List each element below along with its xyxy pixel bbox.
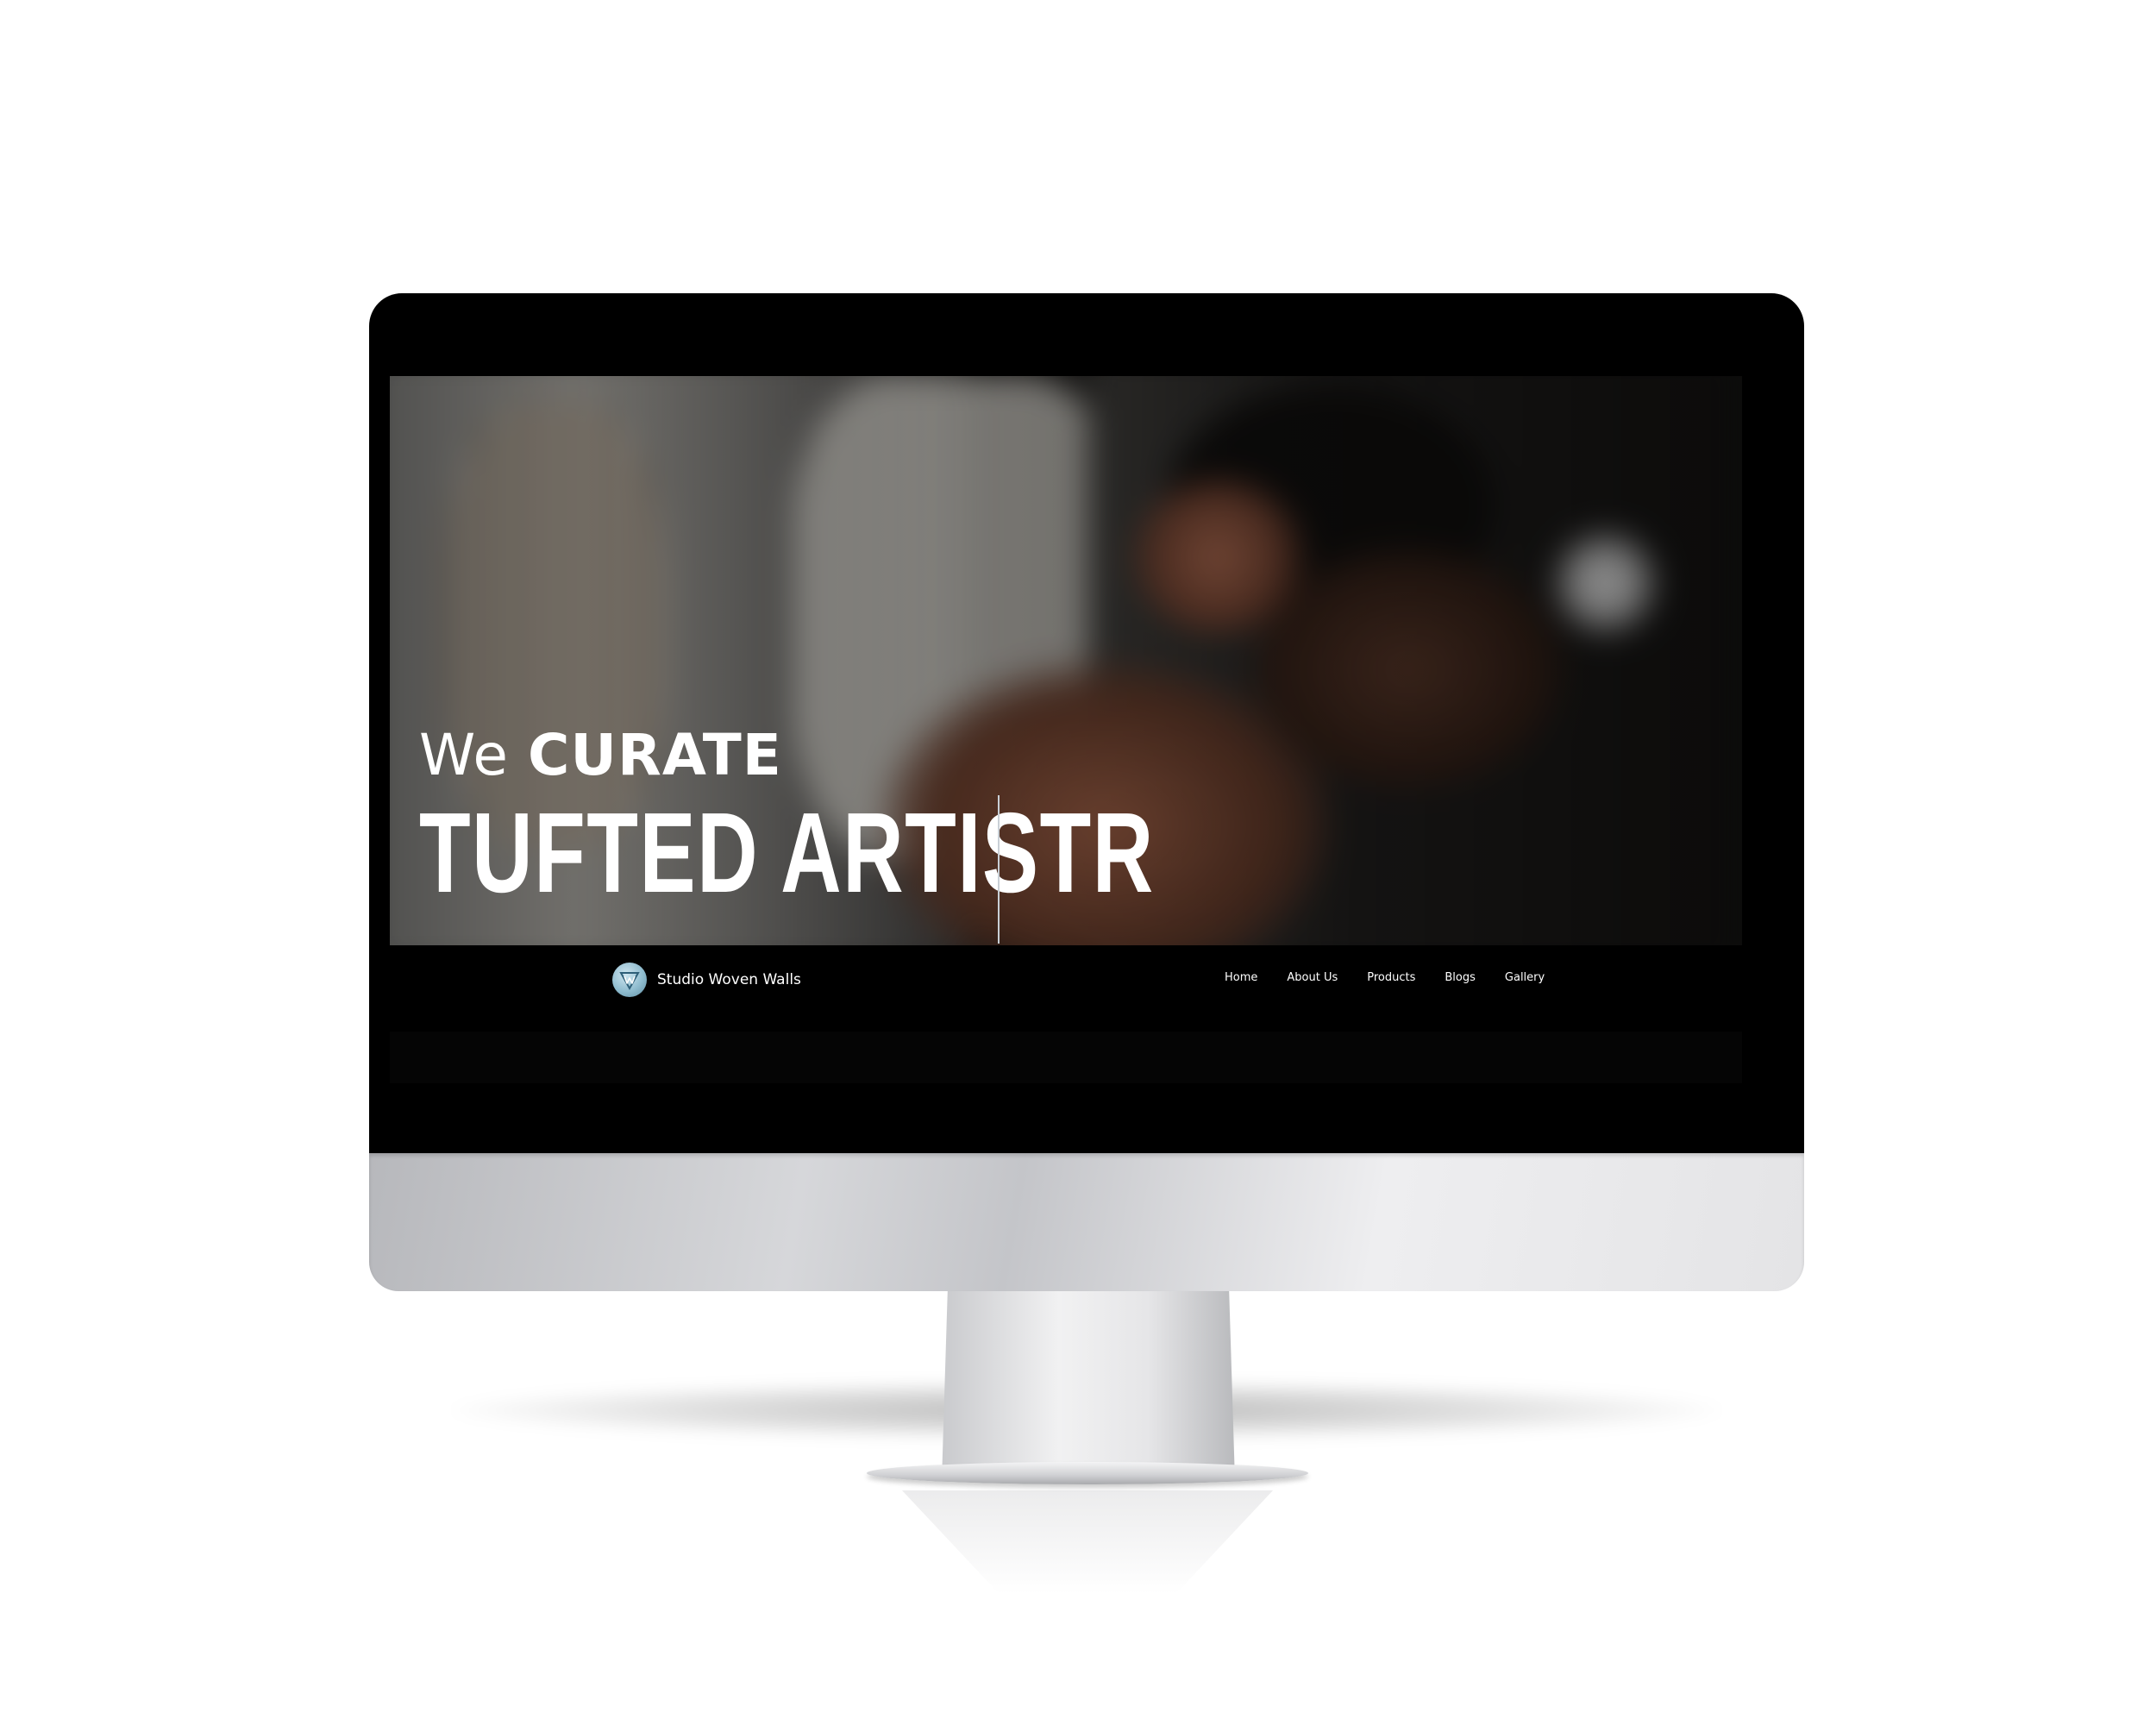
nav-item-about-us[interactable]: About Us: [1287, 971, 1338, 984]
nav-item-products[interactable]: Products: [1367, 971, 1415, 984]
nav-item-blogs[interactable]: Blogs: [1445, 971, 1476, 984]
woven-w-logo-icon: [612, 963, 647, 997]
hero-subheading-normal: We: [419, 722, 528, 788]
website-screen: We CURATE TUFTED ARTISTR Studio Woven Wa…: [390, 376, 1742, 1083]
typing-caret: [998, 795, 1000, 944]
monitor-chin: [369, 1153, 1804, 1291]
page-content-area: [390, 1032, 1742, 1083]
brand-home-link[interactable]: Studio Woven Walls: [612, 963, 801, 997]
stand-reflection: [901, 1490, 1274, 1594]
nav-menu: Home About Us Products Blogs Gallery: [1225, 971, 1545, 984]
nav-item-home[interactable]: Home: [1225, 971, 1257, 984]
monitor-stand-neck: [942, 1291, 1235, 1481]
brand-name: Studio Woven Walls: [657, 971, 801, 988]
hero-subheading-strong: CURATE: [527, 722, 782, 788]
monitor-stand-base: [867, 1462, 1308, 1484]
hero-subheading: We CURATE: [419, 721, 1413, 790]
site-navbar: Studio Woven Walls Home About Us Product…: [390, 945, 1742, 1032]
nav-item-gallery[interactable]: Gallery: [1505, 971, 1545, 984]
hero-banner: We CURATE TUFTED ARTISTR: [390, 376, 1742, 945]
hero-headline: We CURATE TUFTED ARTISTR: [419, 721, 1413, 916]
hero-typed-heading: TUFTED ARTISTR: [419, 789, 1155, 916]
